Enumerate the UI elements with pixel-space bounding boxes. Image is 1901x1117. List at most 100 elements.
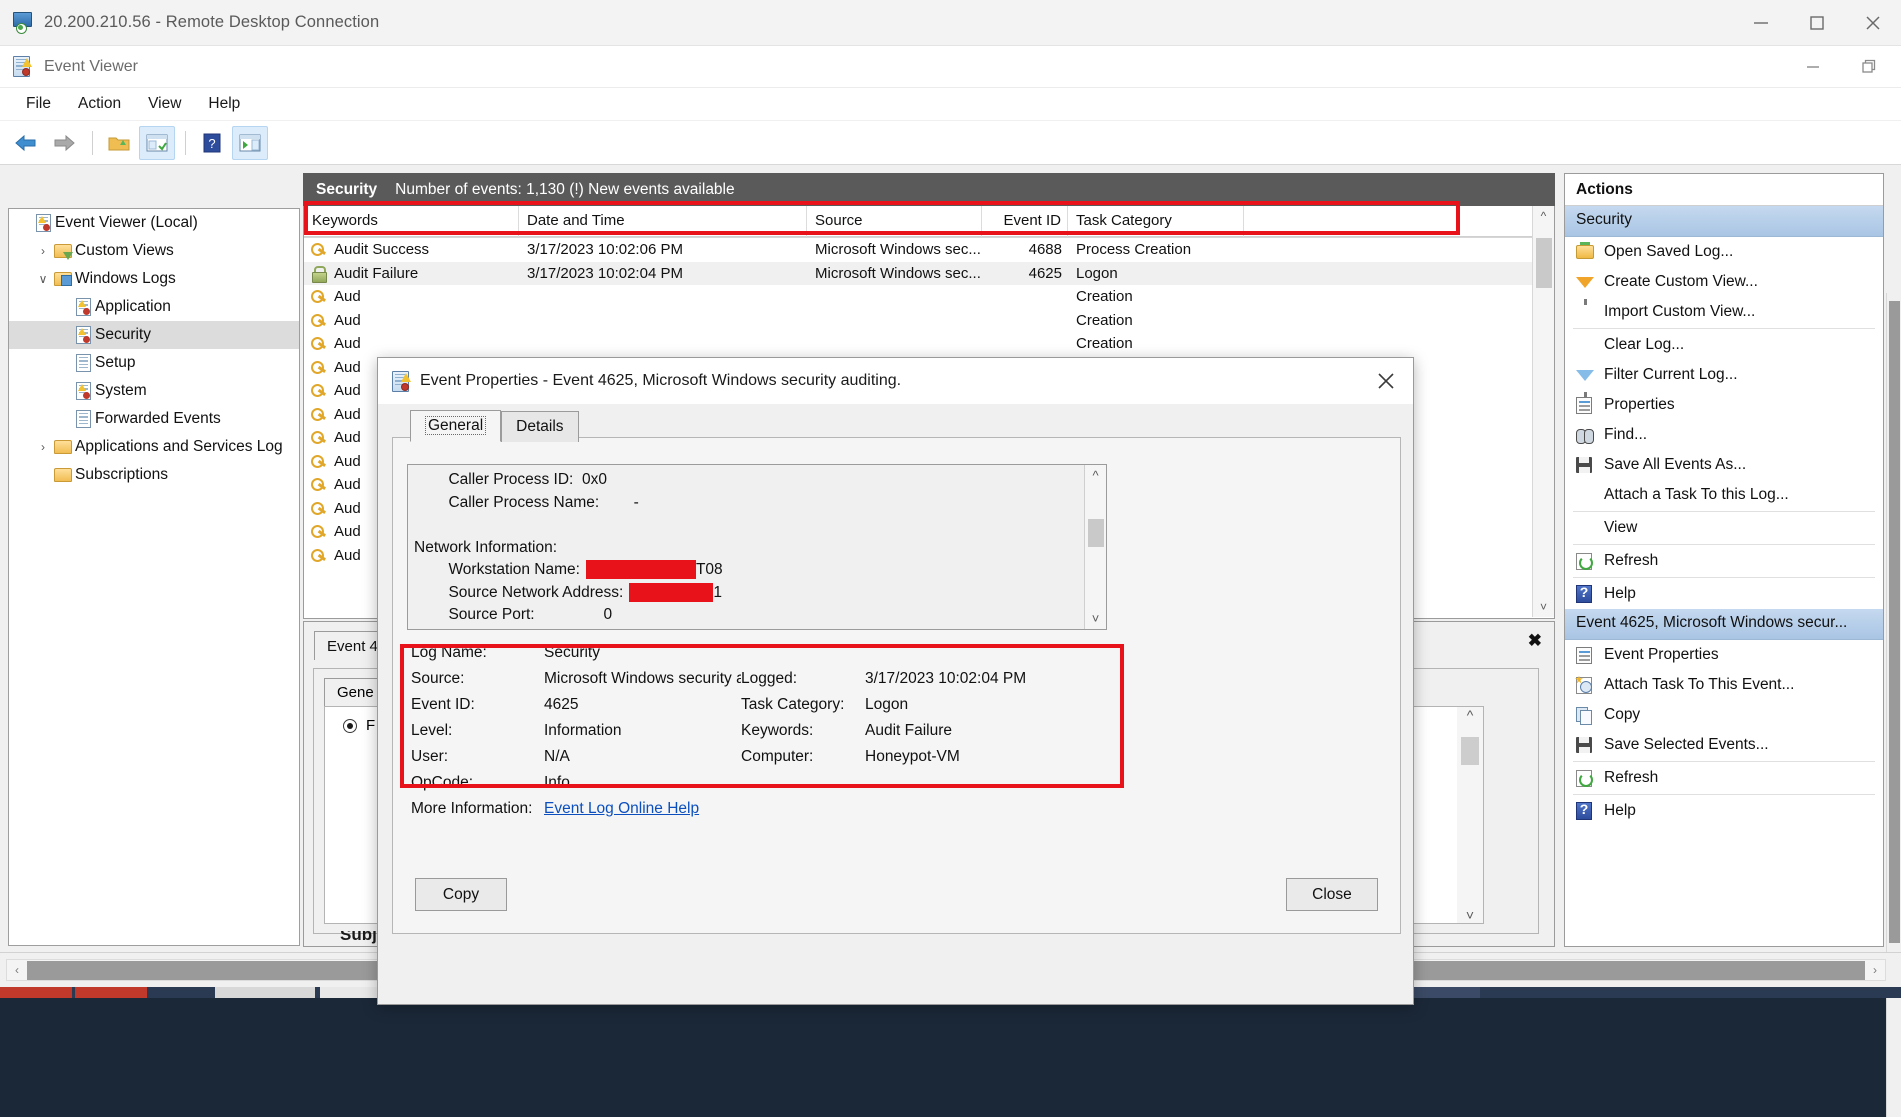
menu-action[interactable]: Action [66,92,133,116]
apps-services-folder-icon [51,440,75,454]
action-open-saved-log[interactable]: Open Saved Log... [1565,237,1883,267]
detail-scroll-up-icon[interactable]: ^ [1467,707,1474,723]
tab-general[interactable]: General [410,410,502,442]
help-icon[interactable]: ? [194,126,230,160]
tree-expander-icon[interactable]: › [35,244,51,258]
action-event-properties[interactable]: Event Properties [1565,640,1883,670]
event-description-box[interactable]: Caller Process ID: 0x0 Caller Process Na… [407,464,1107,630]
event-cell: Creation [1076,288,1133,306]
action-find[interactable]: Find... [1565,420,1883,450]
tree-item-applications-and-services-log[interactable]: › Applications and Services Log [9,433,299,461]
event-row[interactable]: Audit Failure 3/17/2023 10:02:04 PM Micros… [304,261,1554,285]
tree-item-setup[interactable]: Setup [9,349,299,377]
action-view[interactable]: View [1565,513,1883,543]
scroll-down-icon[interactable]: ˅ [1533,600,1554,614]
friendly-view-radio[interactable]: F [343,717,375,734]
column-eventid[interactable]: Event ID [982,206,1068,237]
action-save-all-events-as[interactable]: Save All Events As... [1565,450,1883,480]
scrollbar-thumb[interactable] [1536,238,1552,288]
column-taskcategory[interactable]: Task Category [1068,206,1244,237]
tree-item-forwarded-events[interactable]: Forwarded Events [9,405,299,433]
tab-details[interactable]: Details [501,411,579,442]
description-line: Source Network Address: 1 [414,582,722,602]
tree-item-subscriptions[interactable]: Subscriptions [9,461,299,489]
close-detail-pane-icon[interactable]: ✖ [1528,631,1542,651]
help-icon [1576,584,1604,603]
subscriptions-icon [51,468,75,482]
detail-scroll-down-icon[interactable]: ˅ [1466,907,1474,923]
action-copy[interactable]: Copy [1565,700,1883,730]
action-create-custom-view[interactable]: Create Custom View... [1565,267,1883,305]
action-attach-a-task-to-this-log[interactable]: Attach a Task To this Log... [1565,480,1883,510]
scroll-up-icon[interactable]: ^ [1533,206,1554,223]
field-label: Level: [411,722,453,739]
action-attach-task-to-this-event[interactable]: Attach Task To This Event... [1565,670,1883,700]
tree-item-security[interactable]: Security [9,321,299,349]
detail-scrollbar[interactable]: ^ ˅ [1457,707,1483,923]
event-cell: Aud [334,335,361,353]
taskbar-item[interactable] [215,987,315,998]
description-line: Network Information: [414,538,557,556]
up-folder-icon[interactable] [101,126,137,160]
event-log-online-help-link[interactable]: Event Log Online Help [544,800,699,817]
action-refresh[interactable]: Refresh [1565,546,1883,576]
field-value[interactable]: Event Log Online Help [544,800,804,818]
show-action-pane-icon[interactable] [232,125,268,160]
description-scroll-down-icon[interactable]: ˅ [1092,611,1100,626]
refresh-icon [1576,769,1604,787]
rdp-close-button[interactable] [1845,0,1901,46]
tree-expander-icon[interactable]: › [35,440,51,454]
action-label: Open Saved Log... [1604,243,1734,260]
column-source[interactable]: Source [807,206,982,237]
event-row[interactable]: Audit Success 3/17/2023 10:02:06 PM Micros… [304,238,1554,262]
rdp-minimize-button[interactable] [1733,0,1789,46]
event-row[interactable]: Aud Creation [304,332,1554,356]
tree-item-event-viewer-local[interactable]: Event Viewer (Local) [9,209,299,237]
taskbar-item[interactable] [75,987,147,998]
menu-bar: File Action View Help [0,88,1901,121]
close-button[interactable]: Close [1286,878,1378,911]
dialog-close-icon[interactable] [1359,358,1413,404]
action-filter-current-log[interactable]: Filter Current Log... [1565,360,1883,398]
detail-scrollbar-thumb[interactable] [1461,737,1479,765]
menu-view[interactable]: View [136,92,193,116]
tree-expander-icon[interactable]: ∨ [35,272,51,286]
taskbar-item[interactable] [0,987,72,998]
event-row[interactable]: Aud Creation [304,309,1554,333]
event-row[interactable]: Aud Creation [304,285,1554,309]
app-restore-button[interactable] [1841,46,1897,88]
back-icon[interactable] [8,126,44,160]
tree-item-application[interactable]: Application [9,293,299,321]
window-scrollbar-thumb[interactable] [1889,301,1900,943]
rdp-maximize-button[interactable] [1789,0,1845,46]
hscroll-right-icon[interactable]: › [1865,963,1885,977]
event-list-scrollbar[interactable]: ^ ˅ [1532,206,1554,617]
action-refresh[interactable]: Refresh [1565,763,1883,793]
action-help[interactable]: Help [1565,796,1883,826]
copy-button[interactable]: Copy [415,878,507,911]
event-field-row: Source: Microsoft Windows security a Logge… [411,666,1171,692]
event-list-column-headers[interactable]: Keywords Date and Time Source Event ID T… [304,206,1554,238]
description-scrollbar-thumb[interactable] [1088,519,1104,547]
tree-item-windows-logs[interactable]: ∨ Windows Logs [9,265,299,293]
tree-item-system[interactable]: System [9,377,299,405]
tree-item-custom-views[interactable]: › Custom Views [9,237,299,265]
column-keywords[interactable]: Keywords [304,206,519,237]
forward-icon[interactable] [46,126,82,160]
action-import-custom-view[interactable]: Import Custom View... [1565,297,1883,327]
hscroll-left-icon[interactable]: ‹ [7,963,27,977]
action-properties[interactable]: Properties [1565,390,1883,420]
menu-file[interactable]: File [14,92,63,116]
column-datetime[interactable]: Date and Time [519,206,807,237]
log-warn-icon [71,298,95,316]
app-minimize-button[interactable] [1785,46,1841,88]
console-tree-pane[interactable]: Event Viewer (Local) › Custom Views ∨ Window… [8,208,300,946]
menu-help[interactable]: Help [196,92,252,116]
action-help[interactable]: Help [1565,579,1883,609]
description-scroll-up-icon[interactable]: ^ [1092,468,1098,483]
action-save-selected-events[interactable]: Save Selected Events... [1565,730,1883,760]
radio-icon[interactable] [343,718,357,733]
action-clear-log[interactable]: Clear Log... [1565,330,1883,360]
description-scrollbar[interactable]: ^ ˅ [1084,465,1106,629]
show-hide-tree-icon[interactable] [139,125,175,160]
